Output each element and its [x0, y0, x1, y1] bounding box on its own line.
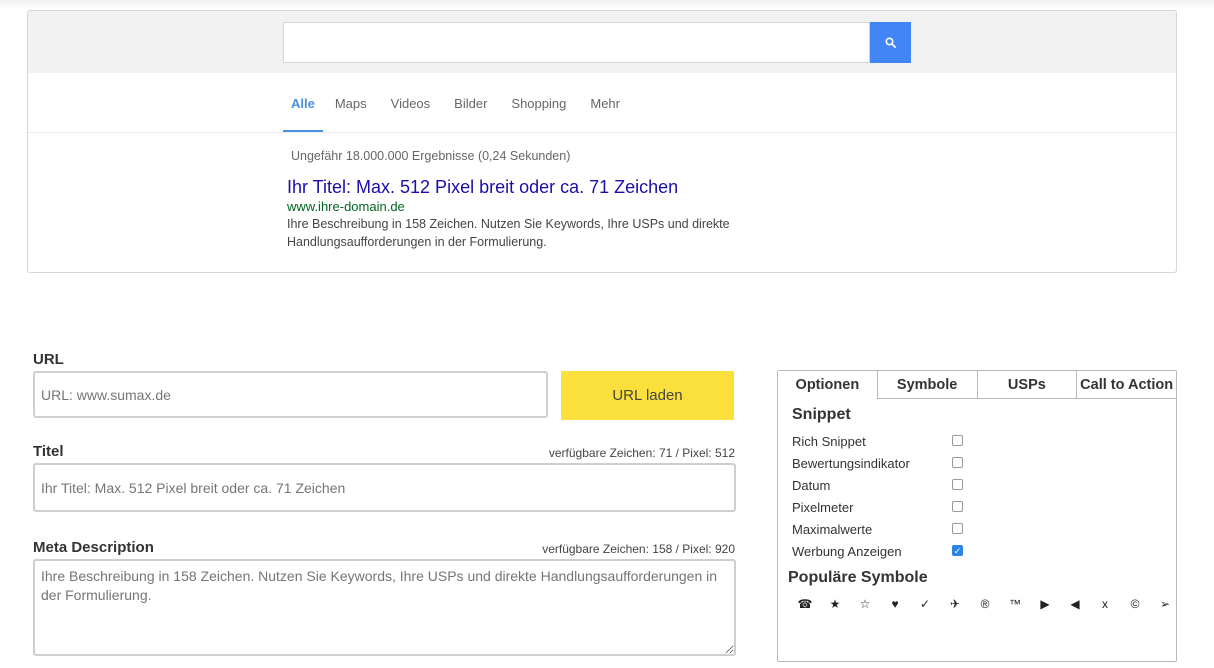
snippet-heading: Snippet: [792, 406, 851, 423]
serp-preview: Alle Maps Videos Bilder Shopping Mehr Un…: [27, 10, 1177, 273]
checkbox-pixelmeter[interactable]: [952, 501, 963, 512]
checkmark-icon: ✓: [953, 546, 962, 556]
serp-tab-images[interactable]: Bilder: [442, 73, 499, 133]
option-rich-snippet: Rich Snippet: [792, 430, 972, 452]
symbol-play-right[interactable]: ▶: [1030, 594, 1060, 614]
title-label: Titel: [33, 443, 64, 460]
serp-tabs: Alle Maps Videos Bilder Shopping Mehr: [283, 73, 632, 133]
option-label: Pixelmeter: [792, 499, 854, 515]
symbol-registered[interactable]: ®: [970, 594, 1000, 614]
option-werbung-anzeigen: Werbung Anzeigen: [792, 540, 972, 562]
symbol-copyright[interactable]: ©: [1120, 594, 1150, 614]
symbol-arrow[interactable]: ➢: [1150, 594, 1180, 614]
tab-optionen[interactable]: Optionen: [778, 371, 878, 399]
checkbox-bewertungsindikator[interactable]: [952, 457, 963, 468]
panel-tabs: Optionen Symbole USPs Call to Action: [778, 371, 1176, 399]
serp-tab-shopping[interactable]: Shopping: [499, 73, 578, 133]
serp-tab-more[interactable]: Mehr: [578, 73, 632, 133]
option-bewertungsindikator: Bewertungsindikator: [792, 452, 972, 474]
meta-description-textarea[interactable]: [33, 559, 736, 656]
results-count: Ungefähr 18.000.000 Ergebnisse (0,24 Sek…: [291, 149, 571, 163]
option-datum: Datum: [792, 474, 972, 496]
serp-tab-all[interactable]: Alle: [283, 73, 323, 133]
symbol-checkmark[interactable]: ✓: [910, 594, 940, 614]
serp-tab-videos[interactable]: Videos: [379, 73, 443, 133]
url-label: URL: [33, 351, 64, 368]
tab-call-to-action[interactable]: Call to Action: [1077, 371, 1176, 399]
tab-usps[interactable]: USPs: [977, 371, 1078, 399]
option-label: Werbung Anzeigen: [792, 543, 902, 559]
title-input[interactable]: [33, 463, 736, 512]
tab-symbole[interactable]: Symbole: [877, 371, 978, 399]
serp-search-input[interactable]: [283, 22, 870, 63]
symbol-star-filled[interactable]: ★: [820, 594, 850, 614]
result-title-link[interactable]: Ihr Titel: Max. 512 Pixel breit oder ca.…: [287, 177, 678, 198]
option-label: Bewertungsindikator: [792, 455, 910, 471]
checkbox-werbung-anzeigen[interactable]: ✓: [952, 545, 963, 556]
checkbox-datum[interactable]: [952, 479, 963, 490]
symbol-play-left[interactable]: ◀: [1060, 594, 1090, 614]
option-label: Datum: [792, 477, 831, 493]
popular-symbols-heading: Populäre Symbole: [788, 569, 928, 586]
serp-search-button[interactable]: [870, 22, 911, 63]
symbol-trademark[interactable]: ™: [1000, 594, 1030, 614]
url-input[interactable]: [33, 371, 548, 418]
meta-description-label: Meta Description: [33, 539, 154, 556]
symbol-star-outline[interactable]: ☆: [850, 594, 880, 614]
symbol-airplane[interactable]: ✈: [940, 594, 970, 614]
search-icon: [885, 37, 896, 48]
symbol-heart[interactable]: ♥: [880, 594, 910, 614]
options-panel: Optionen Symbole USPs Call to Action Sni…: [777, 370, 1177, 662]
symbol-list: ☎ ★ ☆ ♥ ✓ ✈ ® ™ ▶ ◀ x © ➢: [790, 594, 1180, 614]
checkbox-maximalwerte[interactable]: [952, 523, 963, 534]
option-maximalwerte: Maximalwerte: [792, 518, 972, 540]
result-description: Ihre Beschreibung in 158 Zeichen. Nutzen…: [287, 217, 730, 249]
option-label: Rich Snippet: [792, 433, 866, 449]
option-pixelmeter: Pixelmeter: [792, 496, 972, 518]
checkbox-rich-snippet[interactable]: [952, 435, 963, 446]
symbol-telephone[interactable]: ☎: [790, 594, 820, 614]
serp-tab-maps[interactable]: Maps: [323, 73, 379, 133]
top-shadow: [0, 0, 1214, 8]
serp-divider: [28, 132, 1176, 133]
meta-description-counter: verfügbare Zeichen: 158 / Pixel: 920: [542, 542, 735, 556]
load-url-button[interactable]: URL laden: [561, 371, 734, 420]
result-url: www.ihre-domain.de: [287, 199, 405, 214]
title-counter: verfügbare Zeichen: 71 / Pixel: 512: [548, 446, 735, 460]
option-label: Maximalwerte: [792, 521, 873, 537]
symbol-x[interactable]: x: [1090, 594, 1120, 614]
